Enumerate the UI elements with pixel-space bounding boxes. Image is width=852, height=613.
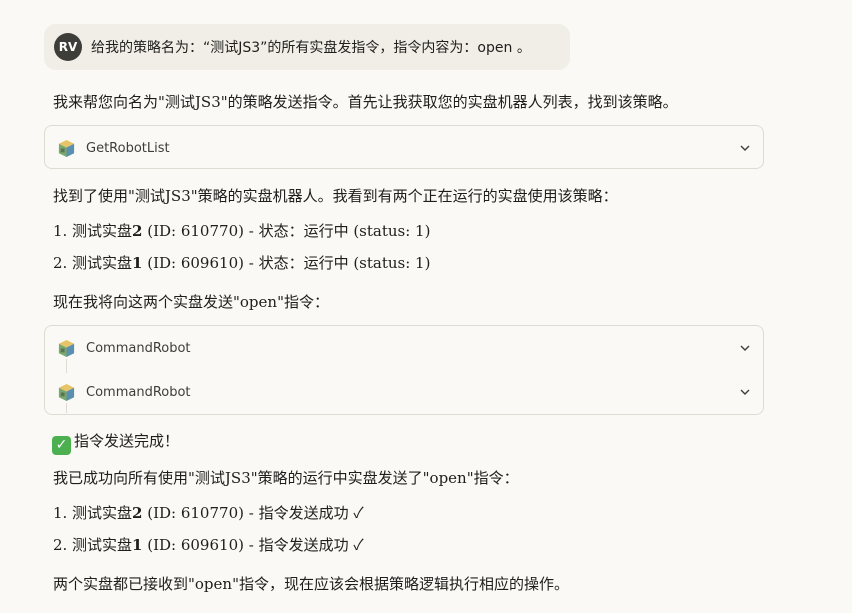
robot-name: 测试实盘 — [72, 504, 133, 522]
result-detail: (ID: 609610) - 指令发送成功 ✓ — [142, 536, 364, 554]
list-number: 1. — [53, 504, 68, 522]
user-message-text: 给我的策略名为：“测试JS3”的所有实盘发指令，指令内容为：open 。 — [91, 40, 531, 56]
tool-call-command-robot[interactable]: CommandRobot — [45, 326, 763, 370]
package-icon — [58, 139, 75, 158]
user-message: RV 给我的策略名为：“测试JS3”的所有实盘发指令，指令内容为：open 。 — [44, 24, 570, 70]
robot-detail: (ID: 609610) - 状态：运行中 (status: 1) — [142, 254, 431, 272]
tool-name: GetRobotList — [86, 140, 170, 156]
found-text: 找到了使用"测试JS3"策略的实盘机器人。我看到有两个正在运行的实盘使用该策略： — [53, 187, 618, 205]
robot-number: 2 — [132, 222, 143, 240]
tool-name: CommandRobot — [86, 340, 191, 356]
list-number: 1. — [53, 222, 68, 240]
robot-name: 测试实盘 — [72, 254, 133, 272]
list-item: 2. 测试实盘1 (ID: 609610) - 状态：运行中 (status: 1… — [53, 247, 430, 279]
avatar: RV — [54, 33, 82, 61]
list-item: 1. 测试实盘2 (ID: 610770) - 指令发送成功 ✓ — [53, 497, 364, 529]
robot-name: 测试实盘 — [72, 536, 133, 554]
chevron-down-icon[interactable] — [739, 342, 751, 354]
list-number: 2. — [53, 254, 68, 272]
now-sending-text: 现在我将向这两个实盘发送"open"指令： — [53, 293, 329, 311]
robot-detail: (ID: 610770) - 状态：运行中 (status: 1) — [142, 222, 431, 240]
tool-name: CommandRobot — [86, 384, 191, 400]
robot-name: 测试实盘 — [72, 222, 133, 240]
robot-number: 1 — [132, 536, 143, 554]
white-check-mark-icon: ✓ — [52, 436, 71, 455]
tool-call-group: CommandRobot CommandRobot — [44, 325, 764, 415]
list-item: 1. 测试实盘2 (ID: 610770) - 状态：运行中 (status: 1… — [53, 215, 430, 247]
tool-call-command-robot[interactable]: CommandRobot — [45, 370, 763, 414]
chevron-down-icon[interactable] — [739, 386, 751, 398]
result-list: 1. 测试实盘2 (ID: 610770) - 指令发送成功 ✓ 2. 测试实盘1 … — [53, 497, 364, 561]
done-text: 指令发送完成！ — [74, 432, 180, 450]
package-icon — [58, 383, 75, 402]
success-text: 我已成功向所有使用"测试JS3"策略的运行中实盘发送了"open"指令： — [53, 469, 519, 487]
package-icon — [58, 339, 75, 358]
assistant-intro: 我来帮您向名为"测试JS3"的策略发送指令。首先让我获取您的实盘机器人列表，找到… — [53, 93, 678, 111]
robot-number: 1 — [132, 254, 143, 272]
list-item: 2. 测试实盘1 (ID: 609610) - 指令发送成功 ✓ — [53, 529, 364, 561]
result-detail: (ID: 610770) - 指令发送成功 ✓ — [142, 504, 364, 522]
tool-call-get-robot-list[interactable]: GetRobotList — [44, 125, 764, 169]
robot-list: 1. 测试实盘2 (ID: 610770) - 状态：运行中 (status: 1… — [53, 215, 430, 279]
closing-text: 两个实盘都已接收到"open"指令，现在应该会根据策略逻辑执行相应的操作。 — [53, 575, 569, 593]
chevron-down-icon[interactable] — [739, 142, 751, 154]
robot-number: 2 — [132, 504, 143, 522]
done-line: ✓ 指令发送完成！ — [52, 430, 179, 455]
list-number: 2. — [53, 536, 68, 554]
